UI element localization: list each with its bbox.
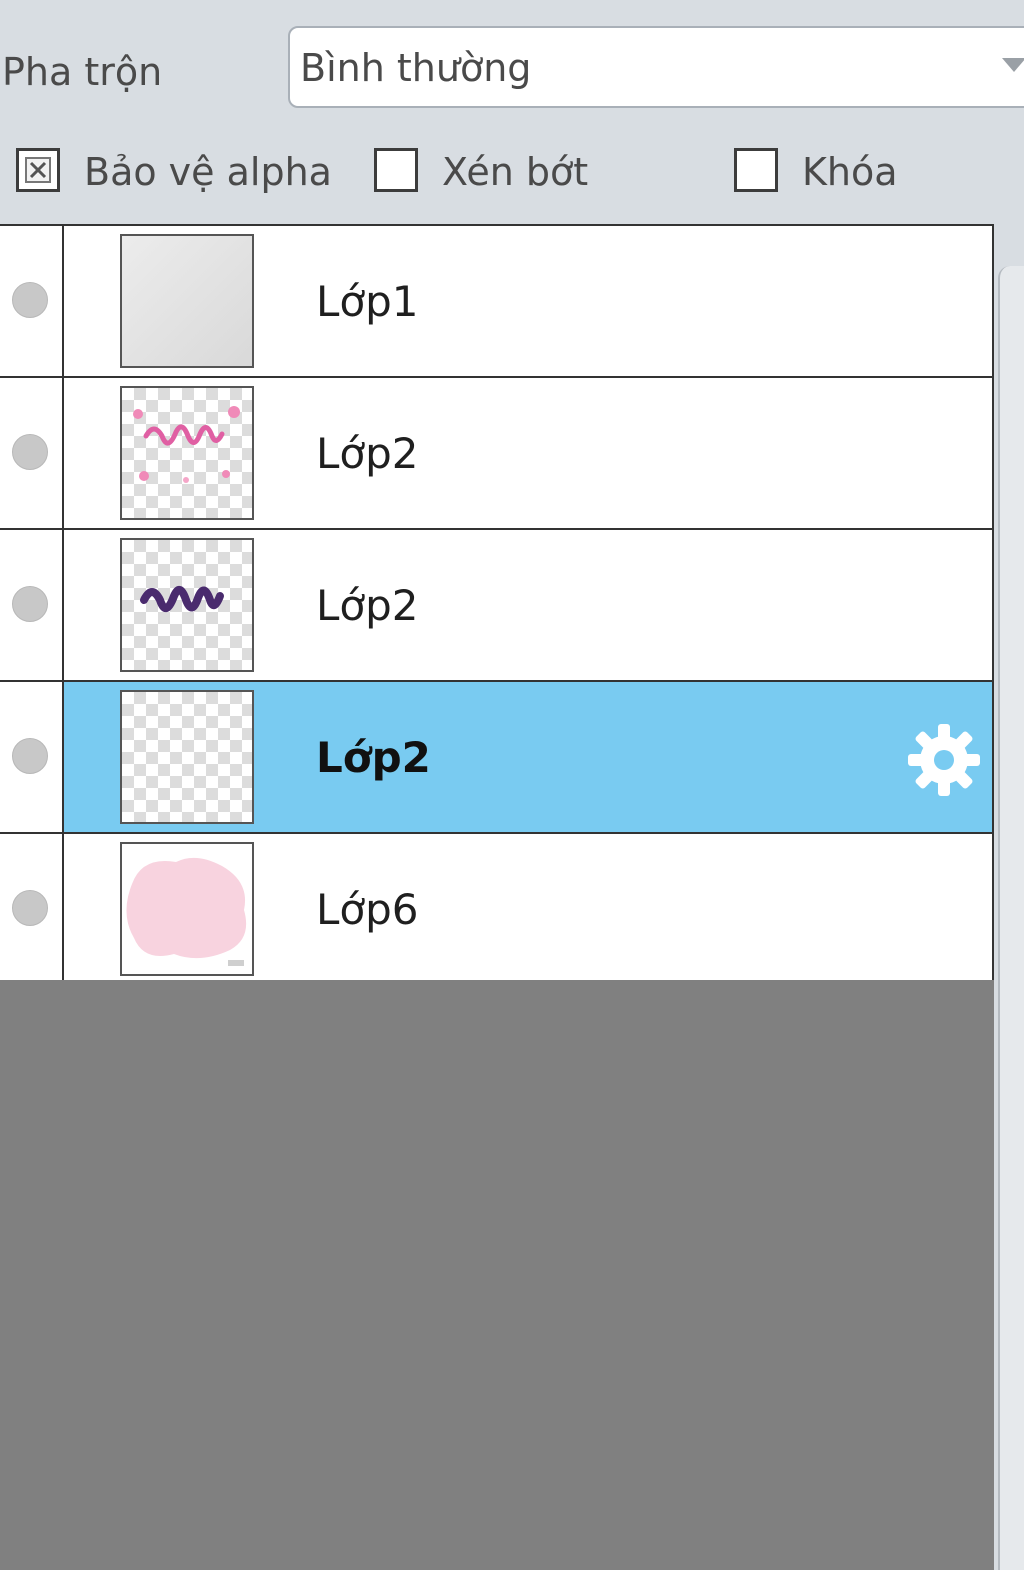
scrollbar-thumb[interactable] [998,266,1024,1570]
visibility-toggle[interactable] [0,530,64,680]
alpha-protect-label: Bảo vệ alpha [84,150,332,194]
visibility-toggle[interactable] [0,226,64,376]
checkbox-x-icon [25,157,51,183]
clip-checkbox[interactable] [374,148,418,192]
blend-mode-value: Bình thường [300,46,532,90]
layer-name: Lớp1 [316,277,419,326]
layer-row-selected[interactable]: Lớp2 [0,682,992,834]
layer-name: Lớp6 [316,885,419,934]
visibility-dot-icon [12,282,48,318]
chevron-down-icon [1002,58,1024,72]
layer-thumbnail [120,234,254,368]
purple-lettering-artwork [140,586,224,612]
visibility-dot-icon [12,738,48,774]
visibility-toggle[interactable] [0,834,64,980]
layer-row[interactable]: Lớp1 [0,226,992,378]
layer-row[interactable]: Lớp2 [0,530,992,682]
pink-blob-artwork [126,857,247,966]
layer-name: Lớp2 [316,733,431,782]
layer-thumbnail [120,386,254,520]
visibility-dot-icon [12,586,48,622]
layer-row[interactable]: Lớp2 [0,378,992,530]
visibility-dot-icon [12,890,48,926]
clip-label: Xén bớt [442,150,589,194]
layer-row[interactable]: Lớp6 [0,834,992,980]
layer-thumbnail [120,842,254,976]
lock-checkbox[interactable] [734,148,778,192]
layer-thumbnail [120,690,254,824]
visibility-toggle[interactable] [0,378,64,528]
gear-icon[interactable] [906,722,982,798]
alpha-protect-checkbox[interactable] [16,148,60,192]
layer-name: Lớp2 [316,581,419,630]
visibility-toggle[interactable] [0,682,64,832]
layer-options-panel: Pha trộn Bình thường Bảo vệ alpha Xén bớ… [0,0,1024,226]
blend-mode-select[interactable]: Bình thường [288,26,1024,108]
layer-name: Lớp2 [316,429,419,478]
blend-mode-label: Pha trộn [2,50,163,94]
layer-list: Lớp1 Lớp2 Lớp2 Lớp2 Lớp6 [0,224,994,980]
pink-lettering-artwork [133,406,240,483]
lock-label: Khóa [802,150,898,194]
layer-thumbnail [120,538,254,672]
visibility-dot-icon [12,434,48,470]
